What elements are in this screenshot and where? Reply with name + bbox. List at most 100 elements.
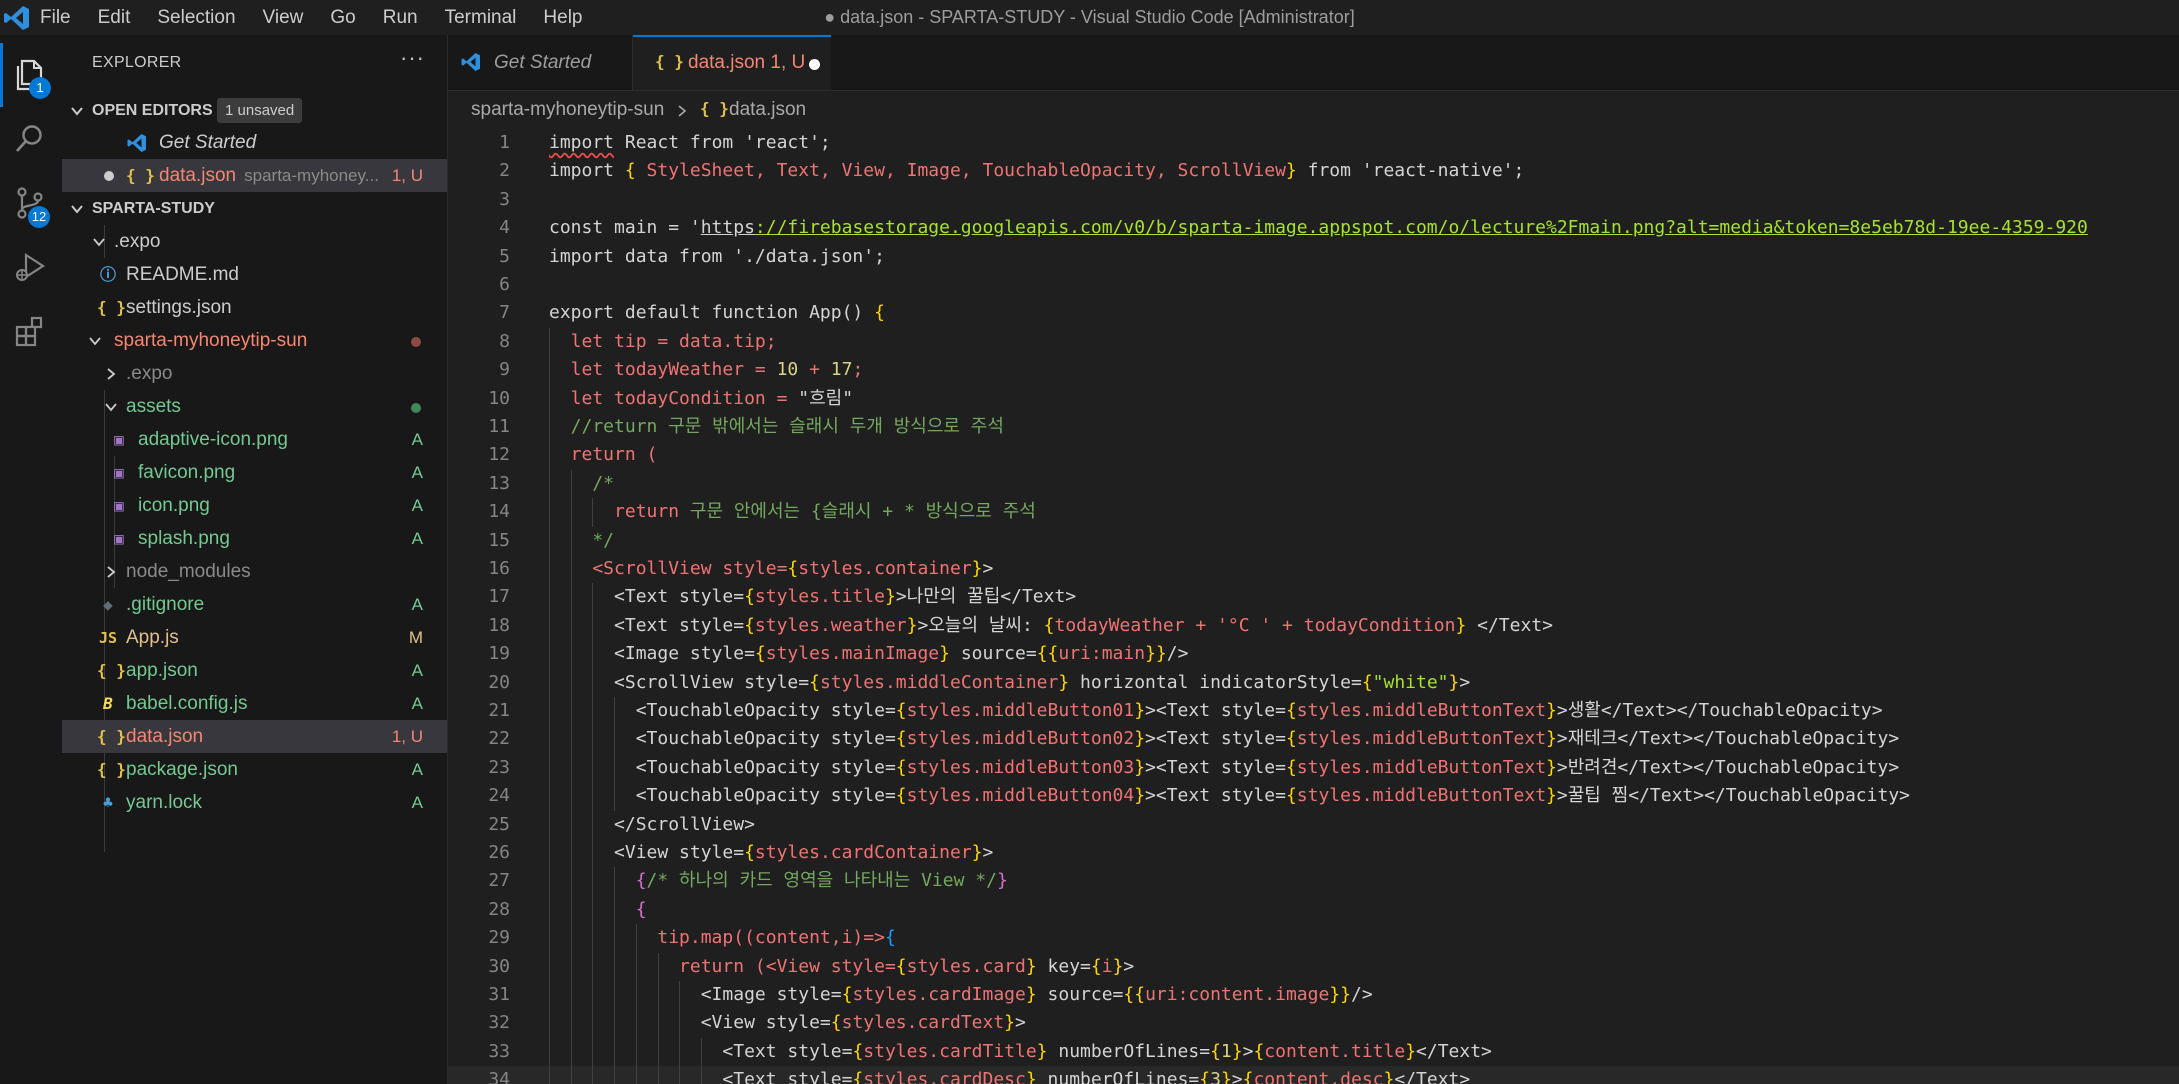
menu-edit[interactable]: Edit (98, 7, 131, 29)
code-editor[interactable]: 1 import React from 'react'; 2 import { Sty… (448, 129, 2179, 1084)
code-line[interactable]: 19 <Image style={styles.mainImage} sourc… (448, 640, 2179, 669)
code-line[interactable]: 8 let tip = data.tip; (448, 327, 2179, 357)
code-token: } (971, 558, 983, 579)
tree-folder-assets[interactable]: assets (62, 390, 447, 423)
tree-folder-expo[interactable]: .expo (62, 225, 447, 258)
code-line[interactable]: 5 import data from './data.json'; (448, 243, 2179, 271)
tree-file-package-json[interactable]: { } package.json A (62, 753, 447, 786)
search-button[interactable] (0, 107, 62, 171)
code-token: StyleSheet, Text, View, Image, Touchable… (635, 160, 1286, 182)
code-line[interactable]: 9 let todayWeather = 10 + 17; (448, 356, 2179, 385)
tree-file-app-js[interactable]: JS App.js M (62, 621, 447, 654)
tree-file-yarn-lock[interactable]: ♣ yarn.lock A (62, 786, 447, 819)
explorer-button[interactable]: 1 (0, 43, 62, 107)
code-line[interactable]: 30 return (<View style={styles.card} key… (448, 952, 2179, 981)
code-token: } (939, 643, 950, 665)
code-token: > (982, 842, 994, 863)
code-line[interactable]: 13 /* (448, 469, 2179, 499)
tree-folder-node-modules[interactable]: node_modules (62, 555, 447, 588)
code-line[interactable]: 7 export default function App() { (448, 299, 2179, 327)
code-token: 3 (1210, 1069, 1221, 1084)
code-token: { (1285, 700, 1297, 721)
breadcrumb-folder[interactable]: sparta-myhoneytip-sun (471, 99, 664, 121)
tab-get-started[interactable]: Get Started (448, 35, 633, 90)
git-status: A (411, 760, 423, 779)
tree-folder-expo-nested[interactable]: .expo (62, 357, 447, 390)
open-editor-get-started[interactable]: Get Started (62, 126, 447, 159)
menu-terminal[interactable]: Terminal (445, 7, 517, 29)
code-token: "white" (1372, 671, 1449, 693)
menu-view[interactable]: View (263, 7, 304, 29)
unsaved-dot-icon[interactable] (809, 59, 820, 70)
code-line[interactable]: 1 import React from 'react'; (448, 129, 2179, 157)
code-line[interactable]: 32 <View style={styles.cardText}> (448, 1009, 2179, 1038)
code-line[interactable]: 33 <Text style={styles.cardTitle} number… (448, 1037, 2179, 1067)
code-line[interactable]: 34 <Text style={styles.cardDesc} numberO… (448, 1066, 2179, 1084)
code-line[interactable]: 11 //return 구문 밖에서는 슬래시 두개 방식으로 주석 (448, 413, 2179, 442)
tree-item-label: .expo (126, 363, 173, 384)
code-line[interactable]: 27 {/* 하나의 카드 영역을 나타내는 View */} (448, 867, 2179, 896)
tree-file-data-json[interactable]: { } data.json 1, U (62, 720, 447, 753)
tree-file-splash[interactable]: ▣ splash.png A (62, 522, 447, 555)
code-line[interactable]: 2 import { StyleSheet, Text, View, Image,… (448, 157, 2179, 185)
code-line[interactable]: 22 <TouchableOpacity style={styles.middl… (448, 725, 2179, 754)
run-debug-button[interactable] (0, 235, 62, 299)
code-token: } (1134, 700, 1146, 721)
tree-file-app-json[interactable]: { } app.json A (62, 654, 447, 687)
menu-run[interactable]: Run (383, 7, 418, 29)
menu-selection[interactable]: Selection (157, 7, 235, 29)
tab-data-json[interactable]: { } data.json 1, U (633, 35, 831, 90)
code-line[interactable]: 29 tip.map((content,i)=>{ (448, 924, 2179, 953)
code-token: } (1058, 671, 1070, 693)
code-line[interactable]: 10 let todayCondition = "흐림" (448, 384, 2179, 413)
code-line[interactable]: 25 </ScrollView> (448, 810, 2179, 839)
open-editor-data-json[interactable]: { } data.json sparta-myhoney... 1, U (62, 159, 447, 192)
tree-file-babel-config[interactable]: B babel.config.js A (62, 687, 447, 720)
code-token: import data from './data.json'; (549, 245, 885, 267)
code-line[interactable]: 17 <Text style={styles.title}>나만의 꿀팁</Te… (448, 583, 2179, 612)
extensions-button[interactable] (0, 299, 62, 363)
more-actions-icon[interactable]: ··· (400, 45, 425, 71)
menu-go[interactable]: Go (330, 7, 355, 29)
unsaved-dot-icon[interactable] (104, 171, 114, 181)
code-line[interactable]: 24 <TouchableOpacity style={styles.middl… (448, 782, 2179, 811)
code-line[interactable]: 20 <ScrollView style={styles.middleConta… (448, 668, 2179, 697)
vscode-logo-icon[interactable] (2, 3, 32, 33)
code-line[interactable]: 14 return 구문 안에서는 {슬래시 + * 방식으로 주석 (448, 498, 2179, 527)
tree-file-readme[interactable]: ⓘ README.md (62, 258, 447, 291)
code-line[interactable]: 18 <Text style={styles.weather}>오늘의 날씨: … (448, 611, 2179, 641)
code-token: { (852, 1069, 864, 1084)
code-line[interactable]: 23 <TouchableOpacity style={styles.middl… (448, 753, 2179, 783)
code-token: { (1285, 785, 1297, 807)
code-line[interactable]: 16 <ScrollView style={styles.container}> (448, 555, 2179, 584)
code-line[interactable]: 6 (448, 271, 2179, 299)
tree-folder-sparta-myhoneytip-sun[interactable]: sparta-myhoneytip-sun (62, 324, 447, 357)
code-line[interactable]: 15 */ (448, 526, 2179, 555)
code-line[interactable]: 12 return ( (448, 441, 2179, 470)
breadcrumb: sparta-myhoneytip-sun { } data.json (448, 91, 2179, 129)
code-line[interactable]: 26 <View style={styles.cardContainer}> (448, 839, 2179, 868)
code-line[interactable]: 28 { (448, 895, 2179, 925)
tree-file-gitignore[interactable]: ◆ .gitignore A (62, 588, 447, 621)
menu-file[interactable]: File (40, 7, 71, 29)
menu-help[interactable]: Help (543, 7, 582, 29)
run-debug-icon (16, 252, 46, 281)
tree-file-icon-png[interactable]: ▣ icon.png A (62, 489, 447, 522)
code-token: { (1043, 614, 1055, 636)
open-editors-header[interactable]: OPEN EDITORS 1 unsaved (62, 94, 447, 127)
breadcrumb-file[interactable]: data.json (729, 99, 806, 121)
code-line[interactable]: 3 (448, 186, 2179, 214)
code-line[interactable]: 31 <Image style={styles.cardImage} sourc… (448, 981, 2179, 1010)
code-token: + (798, 359, 831, 381)
code-token: source= (1036, 984, 1124, 1005)
code-token: horizontal indicatorStyle= (1069, 671, 1362, 693)
tree-file-favicon[interactable]: ▣ favicon.png A (62, 456, 447, 489)
source-control-button[interactable]: 12 (0, 171, 62, 235)
code-line[interactable]: 21 <TouchableOpacity style={styles.middl… (448, 697, 2179, 726)
code-line[interactable]: 4 const main = 'https://firebasestorage.g… (448, 214, 2179, 242)
workspace-header[interactable]: SPARTA-STUDY (62, 192, 447, 225)
tree-file-settings-json[interactable]: { } settings.json (62, 291, 447, 324)
tree-file-adaptive-icon[interactable]: ▣ adaptive-icon.png A (62, 423, 447, 456)
tree-item-label: App.js (126, 627, 179, 648)
tree-item-label: splash.png (138, 528, 230, 549)
